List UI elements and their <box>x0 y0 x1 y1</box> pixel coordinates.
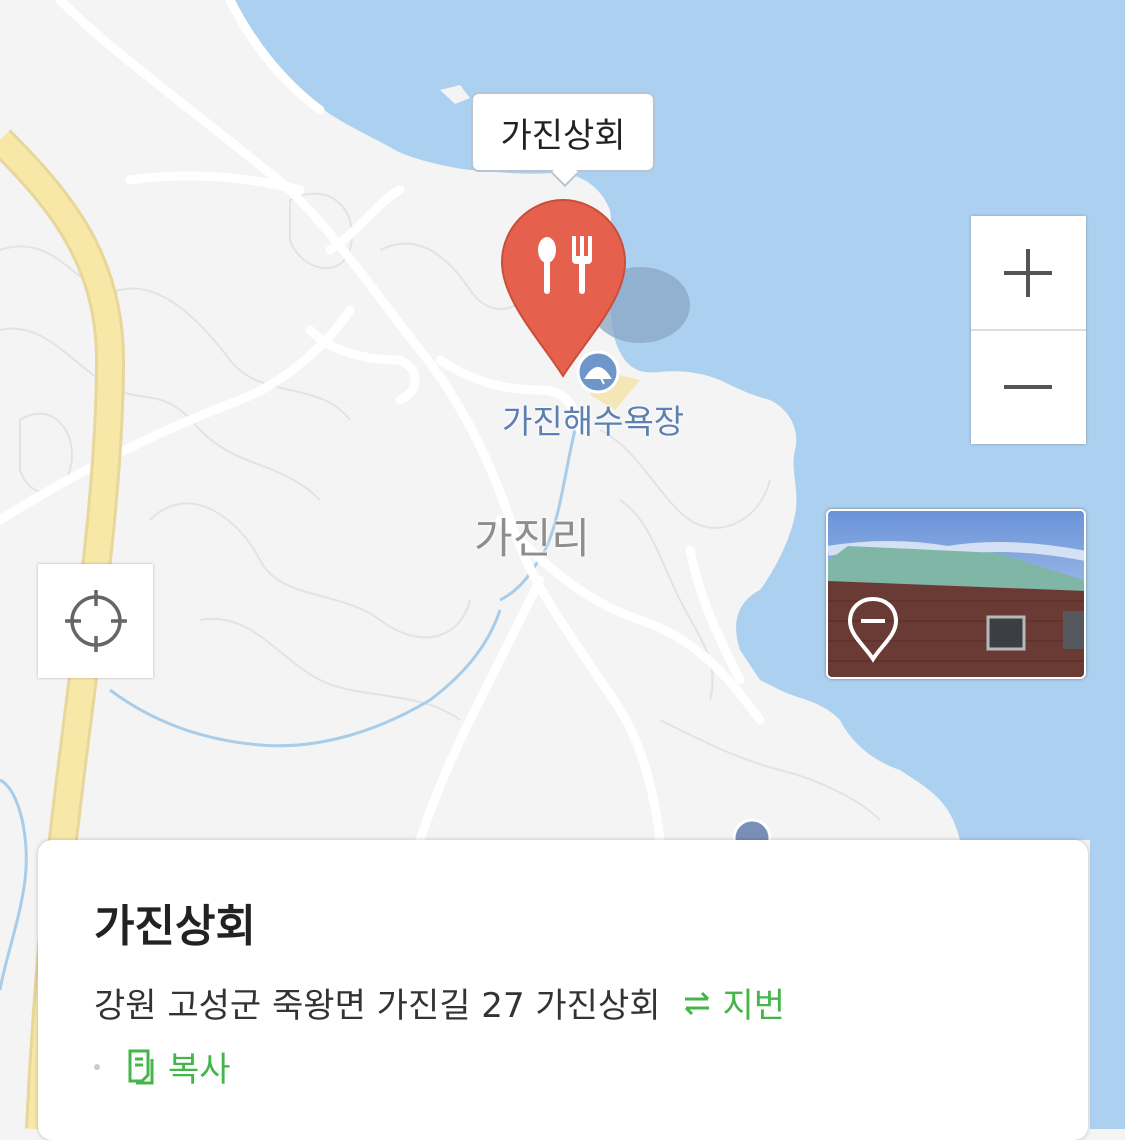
crosshair-icon <box>65 590 127 652</box>
callout-label: 가진상회 <box>500 115 626 156</box>
zoom-out-button[interactable] <box>971 331 1086 444</box>
jibun-toggle-button[interactable]: 지번 <box>679 978 786 1027</box>
restaurant-marker[interactable] <box>500 198 627 378</box>
copy-label: 복사 <box>168 1050 231 1090</box>
zoom-control <box>971 216 1086 444</box>
place-name[interactable]: 가진상회 <box>94 890 256 954</box>
marker-callout[interactable]: 가진상회 <box>471 92 655 172</box>
bullet-dot <box>94 1063 100 1070</box>
copy-row: 복사 <box>94 1042 231 1091</box>
roadview-image <box>828 511 1084 677</box>
place-info-card: 가진상회 강원 고성군 죽왕면 가진길 27 가진상회 지번 복사 <box>38 840 1088 1140</box>
plus-icon <box>1004 249 1052 297</box>
roadview-thumbnail[interactable] <box>826 509 1086 679</box>
jibun-label: 지번 <box>722 986 786 1026</box>
village-label: 가진리 <box>474 514 590 563</box>
swap-arrows-icon <box>684 991 709 1015</box>
road-address: 강원 고성군 죽왕면 가진길 27 가진상회 <box>94 986 661 1026</box>
zoom-in-button[interactable] <box>971 216 1086 329</box>
address-row: 강원 고성군 죽왕면 가진길 27 가진상회 지번 <box>94 978 785 1027</box>
copy-address-button[interactable]: 복사 <box>124 1042 231 1091</box>
beach-label[interactable]: 가진해수욕장 <box>502 395 684 443</box>
copy-icon <box>128 1049 154 1084</box>
current-location-button[interactable] <box>38 564 153 678</box>
minus-icon <box>1004 385 1052 389</box>
